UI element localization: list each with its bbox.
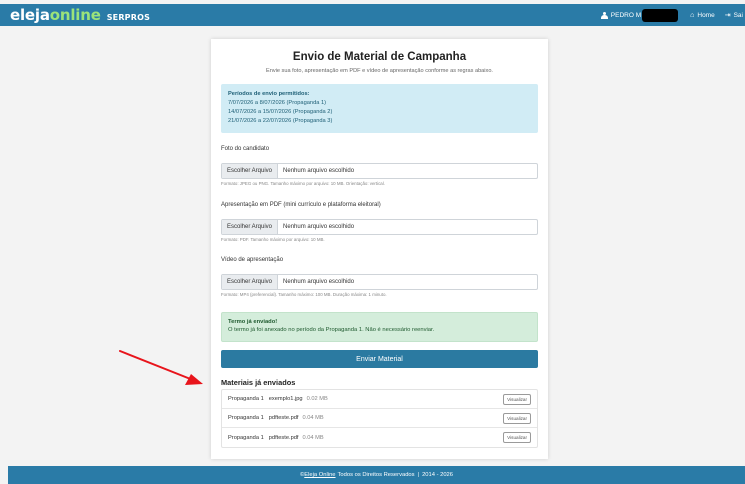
footer: © Eleja Online Todos os Direitos Reserva… (8, 466, 745, 484)
footer-separator: | (417, 472, 420, 478)
footer-years: 2014 - 2026 (422, 472, 454, 478)
footer-rights: Todos os Direitos Reservados (337, 472, 415, 478)
footer-link[interactable]: Eleja Online (304, 472, 335, 478)
red-arrow-annotation (119, 350, 203, 385)
